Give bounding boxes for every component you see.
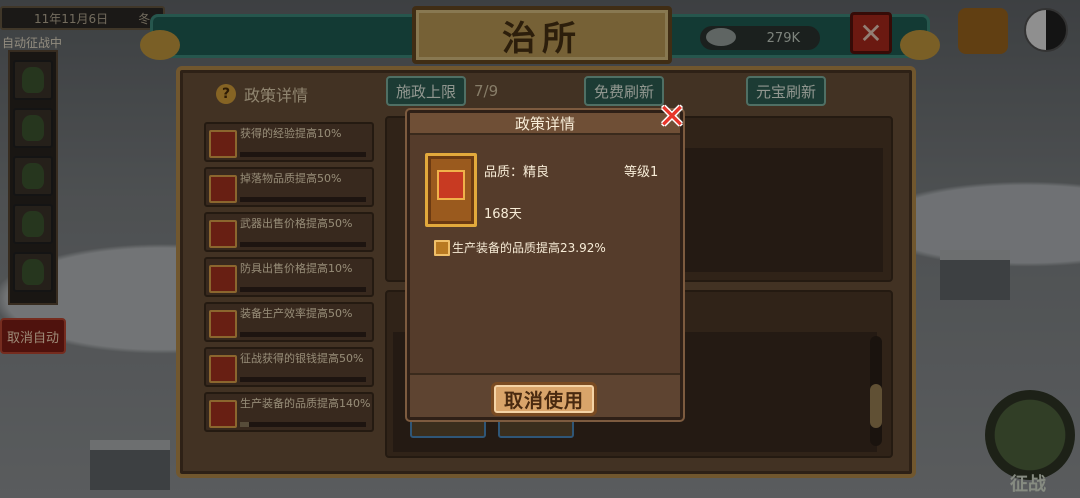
policy-scroll-icon	[209, 355, 237, 383]
policy-item-label: 防具出售价格提高10%	[240, 262, 353, 275]
policy-progress-bar	[240, 197, 366, 202]
dialog-title: 政策详情	[410, 113, 680, 135]
policy-item[interactable]: 防具出售价格提高10%	[204, 257, 374, 297]
hero-face-icon	[22, 259, 44, 285]
hero-face-icon	[22, 115, 44, 141]
policy-card	[425, 153, 477, 227]
policy-progress-bar	[240, 242, 366, 247]
hero-avatar[interactable]	[13, 60, 53, 100]
gold-refresh-button[interactable]: 元宝刷新	[746, 76, 826, 106]
hero-avatar-column	[8, 50, 58, 305]
policy-detail-help[interactable]: ? 政策详情	[216, 82, 308, 106]
hero-avatar[interactable]	[13, 204, 53, 244]
silver-counter: 279K	[700, 26, 820, 50]
hero-avatar[interactable]	[13, 156, 53, 196]
policy-item-label: 征战获得的银钱提高50%	[240, 352, 364, 365]
policy-scroll-icon	[209, 400, 237, 428]
policy-progress-bar	[240, 287, 366, 292]
duration-text: 168天	[484, 207, 522, 222]
policy-item[interactable]: 生产装备的品质提高140%	[204, 392, 374, 432]
date-text: 11年11月6日	[34, 11, 109, 26]
policy-list: 获得的经验提高10% 掉落物品质提高50% 武器出售价格提高50% 防具出售价格提高1…	[204, 122, 374, 437]
page-title-text: 治所	[502, 18, 582, 59]
snowy-hut	[940, 250, 1010, 300]
hero-face-icon	[22, 163, 44, 189]
effect-scroll-icon	[434, 239, 450, 256]
policy-progress-bar	[240, 152, 366, 157]
silver-ingot-icon	[706, 28, 736, 46]
policy-item-label: 装备生产效率提高50%	[240, 307, 353, 320]
close-panel-button[interactable]: ✕	[850, 12, 892, 54]
level-text: 等级1	[624, 165, 659, 180]
auto-battle-status: 自动征战中	[2, 36, 63, 50]
question-icon: ?	[216, 84, 236, 104]
policy-detail-label: 政策详情	[244, 86, 309, 105]
battle-crossed-swords-icon[interactable]	[985, 390, 1075, 480]
policy-scroll-icon	[209, 220, 237, 248]
policy-item[interactable]: 掉落物品质提高50%	[204, 167, 374, 207]
hero-face-icon	[22, 67, 44, 93]
policy-progress-bar	[240, 332, 366, 337]
policy-scroll-icon	[209, 310, 237, 338]
policy-detail-dialog: 政策详情 品质：精良 等级1 168天 生产装备的品质提高23.92%	[407, 110, 683, 420]
policy-item-label: 生产装备的品质提高140%	[240, 397, 371, 410]
policy-progress-bar	[240, 377, 366, 382]
policy-item-label: 获得的经验提高10%	[240, 127, 342, 140]
policy-item-label: 掉落物品质提高50%	[240, 172, 342, 185]
hero-avatar[interactable]	[13, 252, 53, 292]
policy-item[interactable]: 武器出售价格提高50%	[204, 212, 374, 252]
effect-text: 生产装备的品质提高23.92%	[452, 241, 606, 255]
policy-progress-fill	[240, 422, 249, 427]
treasure-chest-icon	[437, 170, 465, 200]
policy-scroll-icon	[209, 265, 237, 293]
season-text: 冬	[138, 11, 151, 26]
snowy-hut	[90, 440, 170, 490]
policy-slot-area	[677, 148, 883, 272]
effect-row: 生产装备的品质提高23.92%	[434, 239, 606, 256]
quality-text: 品质：精良	[484, 165, 550, 180]
close-icon: ✕	[859, 16, 883, 50]
policy-pool-scrollbar[interactable]	[870, 336, 882, 446]
limit-value: 7/9	[474, 82, 499, 100]
policy-item[interactable]: 获得的经验提高10%	[204, 122, 374, 162]
hero-face-icon	[22, 211, 44, 237]
banner-left-ornament	[140, 30, 180, 60]
cancel-use-button[interactable]: 取消使用	[491, 382, 597, 416]
date-bar: 11年11月6日 冬	[0, 6, 165, 30]
policy-item[interactable]: 征战获得的银钱提高50%	[204, 347, 374, 387]
yin-yang-menu-icon[interactable]	[1024, 8, 1068, 52]
free-refresh-button[interactable]: 免费刷新	[584, 76, 664, 106]
policy-scroll-icon	[209, 175, 237, 203]
banner-right-ornament	[900, 30, 940, 60]
silver-value: 279K	[766, 30, 800, 46]
policy-item-label: 武器出售价格提高50%	[240, 217, 353, 230]
policy-item[interactable]: 装备生产效率提高50%	[204, 302, 374, 342]
cancel-auto-button[interactable]: 取消自动	[0, 318, 66, 354]
hero-avatar[interactable]	[13, 108, 53, 148]
scrollbar-thumb[interactable]	[870, 384, 882, 428]
page-title: 治所	[412, 6, 672, 64]
battle-label: 征战	[1010, 474, 1046, 495]
limit-button[interactable]: 施政上限	[386, 76, 466, 106]
dialog-close-icon[interactable]: ✕	[655, 100, 689, 134]
policy-progress-bar	[240, 422, 366, 427]
policy-scroll-icon	[209, 130, 237, 158]
gift-chest-icon[interactable]	[958, 8, 1008, 54]
